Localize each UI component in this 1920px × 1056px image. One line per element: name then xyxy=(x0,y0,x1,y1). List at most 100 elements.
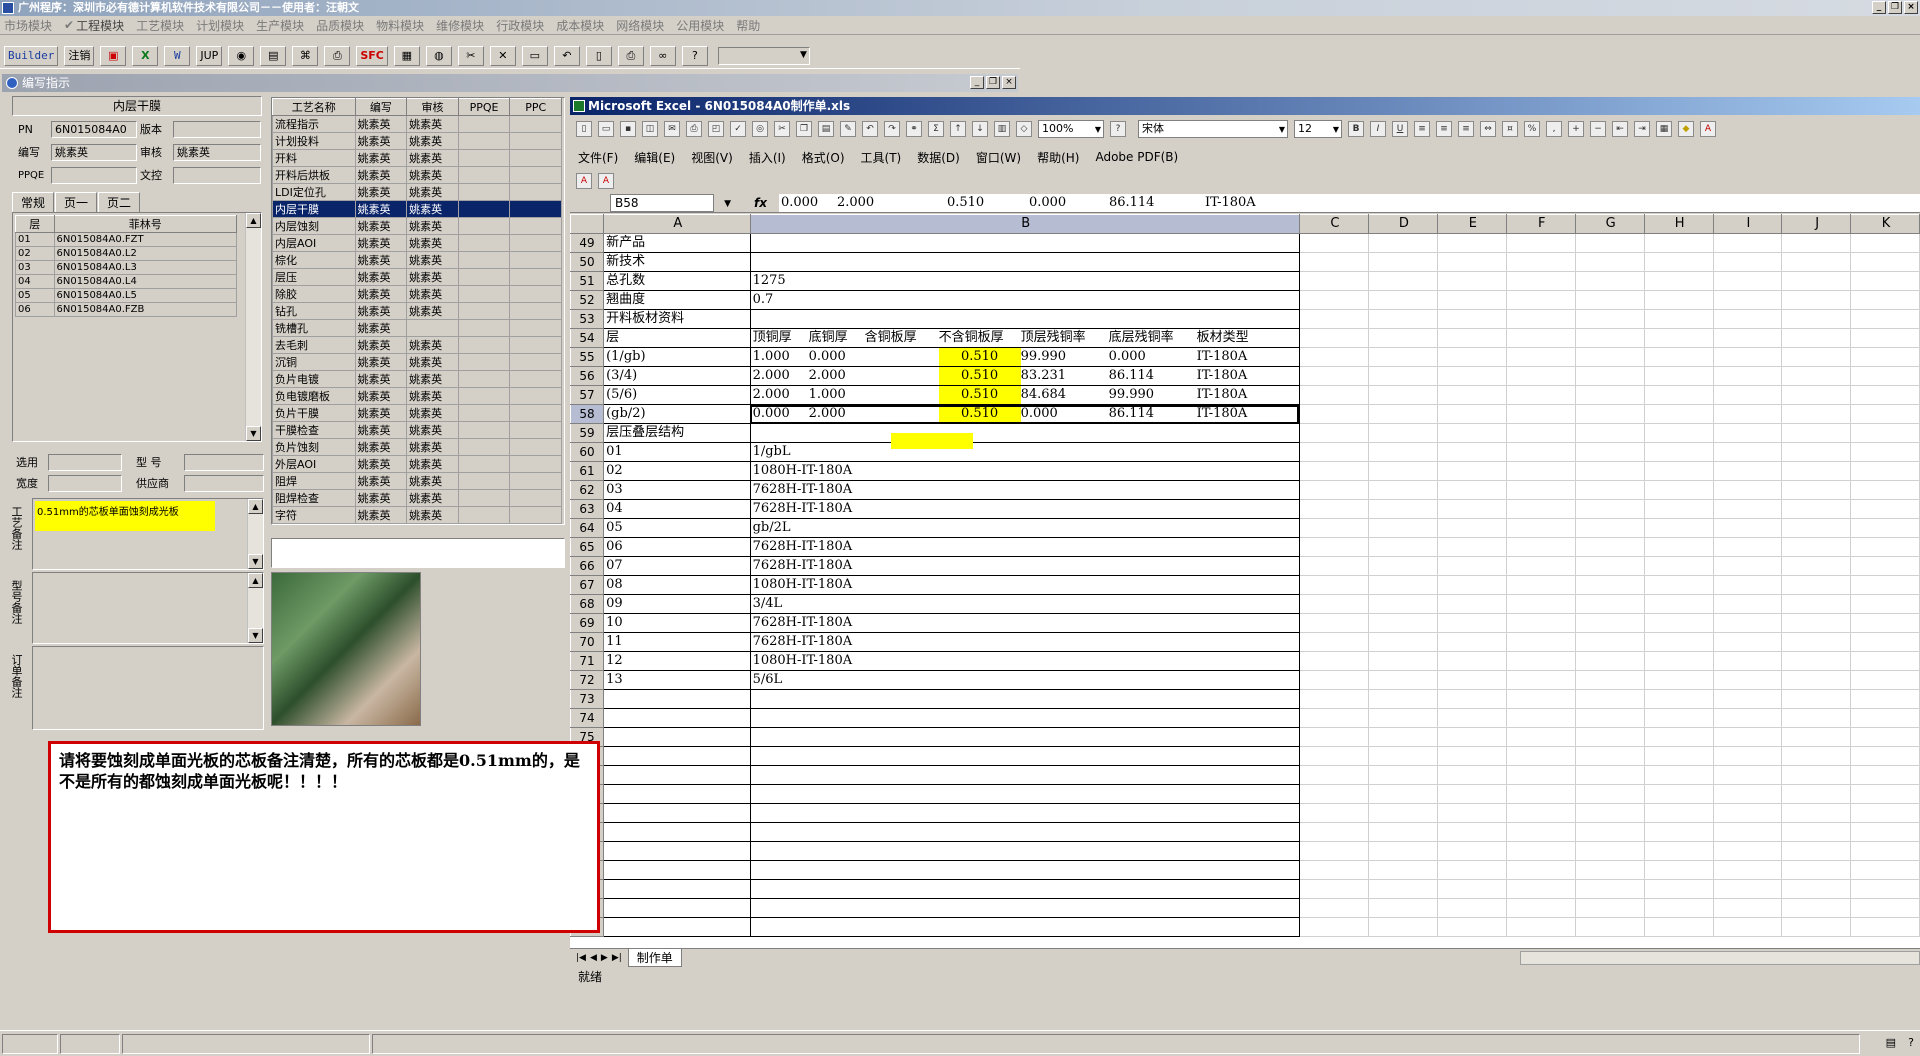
cell-b[interactable] xyxy=(750,746,1300,766)
empty-cell[interactable] xyxy=(1368,879,1438,899)
row-header[interactable]: 65 xyxy=(570,537,605,557)
merge-center-icon[interactable]: ⇔ xyxy=(1480,121,1496,137)
row-header[interactable]: 71 xyxy=(570,651,605,671)
empty-cell[interactable] xyxy=(1850,898,1920,918)
excel-menu-item-4[interactable]: 格式(O) xyxy=(802,149,845,166)
empty-cell[interactable] xyxy=(1299,328,1369,348)
empty-cell[interactable] xyxy=(1644,404,1714,424)
row-header[interactable]: 73 xyxy=(570,689,605,709)
empty-cell[interactable] xyxy=(1299,898,1369,918)
empty-cell[interactable] xyxy=(1644,271,1714,291)
row-header[interactable]: 60 xyxy=(570,442,605,462)
empty-cell[interactable] xyxy=(1644,708,1714,728)
empty-cell[interactable] xyxy=(1368,309,1438,329)
empty-cell[interactable] xyxy=(1781,822,1851,842)
empty-cell[interactable] xyxy=(1437,233,1507,253)
tray-help-icon[interactable]: ? xyxy=(1908,1036,1914,1049)
empty-cell[interactable] xyxy=(1644,689,1714,709)
empty-cell[interactable] xyxy=(1644,442,1714,462)
row-header[interactable]: 66 xyxy=(570,556,605,576)
empty-cell[interactable] xyxy=(1781,765,1851,785)
empty-cell[interactable] xyxy=(1575,613,1645,633)
empty-cell[interactable] xyxy=(1299,461,1369,481)
process-row[interactable]: 外层AOI 姚素英 姚素英 xyxy=(272,455,562,473)
logout-button[interactable]: 注销 xyxy=(64,45,95,66)
currency-icon[interactable]: ¤ xyxy=(1502,121,1518,137)
empty-cell[interactable] xyxy=(1368,499,1438,519)
cell-b[interactable] xyxy=(750,765,1300,785)
empty-cell[interactable] xyxy=(1368,328,1438,348)
decrease-decimal-icon[interactable]: − xyxy=(1590,121,1606,137)
empty-cell[interactable] xyxy=(1575,347,1645,367)
empty-cell[interactable] xyxy=(1644,822,1714,842)
menu-item-8[interactable]: 行政模块 xyxy=(496,17,544,34)
empty-cell[interactable] xyxy=(1506,461,1576,481)
row-header[interactable]: 62 xyxy=(570,480,605,500)
cell-a[interactable] xyxy=(603,689,751,709)
printer-icon[interactable]: ⎙ xyxy=(324,45,351,66)
empty-cell[interactable] xyxy=(1644,613,1714,633)
process-row[interactable]: 阻焊检查 姚素英 姚素英 xyxy=(272,489,562,507)
last-sheet-icon[interactable]: ▶| xyxy=(612,953,622,963)
empty-cell[interactable] xyxy=(1644,746,1714,766)
empty-cell[interactable] xyxy=(1850,499,1920,519)
cell-b[interactable] xyxy=(750,822,1300,842)
empty-cell[interactable] xyxy=(1437,537,1507,557)
empty-cell[interactable] xyxy=(1575,803,1645,823)
empty-cell[interactable] xyxy=(1368,765,1438,785)
empty-cell[interactable] xyxy=(1368,651,1438,671)
empty-cell[interactable] xyxy=(1644,290,1714,310)
excel-menu-item-6[interactable]: 数据(D) xyxy=(917,149,960,166)
empty-cell[interactable] xyxy=(1713,404,1783,424)
row-header[interactable]: 61 xyxy=(570,461,605,481)
layer-row[interactable]: 06 6N015084A0.FZB xyxy=(15,302,238,317)
empty-cell[interactable] xyxy=(1299,746,1369,766)
increase-decimal-icon[interactable]: + xyxy=(1568,121,1584,137)
menu-item-3[interactable]: 计划模块 xyxy=(196,17,244,34)
empty-cell[interactable] xyxy=(1299,537,1369,557)
empty-cell[interactable] xyxy=(1368,670,1438,690)
help-icon[interactable]: ? xyxy=(681,45,708,66)
empty-cell[interactable] xyxy=(1781,347,1851,367)
empty-cell[interactable] xyxy=(1850,879,1920,899)
layer-row[interactable]: 03 6N015084A0.L3 xyxy=(15,260,238,275)
cell-a[interactable] xyxy=(603,822,751,842)
menu-item-0[interactable]: 市场模块 xyxy=(4,17,52,34)
empty-cell[interactable] xyxy=(1850,385,1920,405)
tab-page-one[interactable]: 页一 xyxy=(55,192,98,213)
process-row[interactable]: 字符 姚素英 姚素英 xyxy=(272,506,562,524)
empty-cell[interactable] xyxy=(1713,860,1783,880)
empty-cell[interactable] xyxy=(1368,442,1438,462)
cell-a[interactable]: (3/4) xyxy=(603,366,751,386)
empty-cell[interactable] xyxy=(1713,898,1783,918)
align-left-icon[interactable]: ≡ xyxy=(1414,121,1430,137)
row-header[interactable]: 68 xyxy=(570,594,605,614)
empty-cell[interactable] xyxy=(1575,385,1645,405)
empty-cell[interactable] xyxy=(1368,271,1438,291)
italic-icon[interactable]: I xyxy=(1370,121,1386,137)
fill-color-icon[interactable]: ◆ xyxy=(1678,121,1694,137)
empty-cell[interactable] xyxy=(1506,784,1576,804)
empty-cell[interactable] xyxy=(1506,879,1576,899)
empty-cell[interactable] xyxy=(1506,423,1576,443)
empty-cell[interactable] xyxy=(1437,461,1507,481)
empty-cell[interactable] xyxy=(1575,670,1645,690)
empty-cell[interactable] xyxy=(1506,385,1576,405)
sort-desc-icon[interactable]: ↓ xyxy=(972,121,988,137)
empty-cell[interactable] xyxy=(1644,670,1714,690)
pdf-icon[interactable]: A xyxy=(576,173,592,189)
empty-cell[interactable] xyxy=(1575,366,1645,386)
empty-cell[interactable] xyxy=(1368,784,1438,804)
cell-b[interactable]: 7628H-IT-180A xyxy=(750,613,1300,633)
horizontal-scrollbar[interactable] xyxy=(1520,950,1920,965)
row-header[interactable]: 58 xyxy=(570,404,605,424)
globe-icon[interactable]: ◍ xyxy=(425,45,452,66)
layer-col-header[interactable]: 层 xyxy=(15,215,55,233)
empty-cell[interactable] xyxy=(1850,347,1920,367)
empty-cell[interactable] xyxy=(1713,575,1783,595)
cell-a[interactable] xyxy=(603,898,751,918)
empty-cell[interactable] xyxy=(1368,290,1438,310)
process-row[interactable]: 铣槽孔 姚素英 xyxy=(272,319,562,337)
empty-cell[interactable] xyxy=(1781,461,1851,481)
empty-cell[interactable] xyxy=(1299,290,1369,310)
